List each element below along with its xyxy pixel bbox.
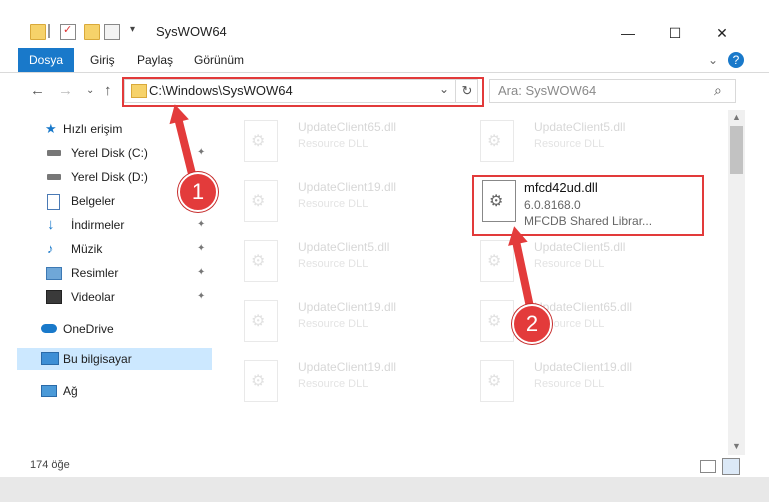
- quick-access-dropdown-icon[interactable]: ▾: [130, 24, 144, 38]
- back-button[interactable]: ←: [30, 82, 45, 99]
- dll-file-icon: [480, 360, 514, 402]
- view-options-icon[interactable]: [104, 24, 120, 40]
- status-bar: 174 öğe: [0, 455, 769, 477]
- tab-home[interactable]: Giriş: [90, 48, 115, 72]
- dll-file-icon: [480, 240, 514, 282]
- large-icons-view-icon[interactable]: [722, 458, 740, 475]
- tab-file[interactable]: Dosya: [18, 48, 74, 72]
- annotation-step-1: 1: [178, 172, 218, 212]
- up-button[interactable]: ↑: [104, 82, 112, 99]
- annotation-step-2: 2: [512, 304, 552, 344]
- drive-icon: [47, 174, 61, 180]
- maximize-button[interactable]: ☐: [652, 20, 698, 46]
- ribbon-expand-icon[interactable]: ⌄: [708, 48, 718, 72]
- pictures-icon: [46, 267, 62, 280]
- minimize-button[interactable]: —: [605, 20, 651, 46]
- cloud-icon: [41, 324, 57, 333]
- search-icon: ⌕: [714, 82, 722, 98]
- pin-icon: ✦: [197, 291, 206, 302]
- dll-file-icon: [244, 240, 278, 282]
- details-view-icon[interactable]: [700, 460, 716, 473]
- close-button[interactable]: ✕: [699, 20, 745, 46]
- annotation-address-highlight: [122, 77, 484, 107]
- file-list: UpdateClient65.dll Resource DLL UpdateCl…: [212, 110, 727, 455]
- title-bar: ✓ ▾ SysWOW64 — ☐ ✕: [0, 0, 769, 48]
- address-row: ← → ⌄ ↑ C:\Windows\SysWOW64 ⌄ ↻ Ara: Sys…: [0, 73, 769, 109]
- vertical-scrollbar[interactable]: ▲ ▼: [728, 110, 745, 455]
- file-item[interactable]: UpdateClient5.dll Resource DLL: [462, 234, 692, 290]
- sidebar-item-network[interactable]: Ağ: [17, 380, 212, 402]
- sidebar-item-music[interactable]: ♪ Müzik ✦: [17, 238, 212, 260]
- videos-icon: [46, 290, 62, 304]
- folder-icon: [30, 24, 46, 40]
- window-frame-bottom: [0, 477, 769, 502]
- file-item[interactable]: UpdateClient19.dll Resource DLL: [462, 354, 692, 410]
- dll-file-icon: [480, 300, 514, 342]
- navigation-pane: ★ Hızlı erişim Yerel Disk (C:) ✦ Yerel D…: [17, 110, 212, 455]
- properties-icon[interactable]: ✓: [60, 24, 76, 40]
- star-icon: ★: [45, 121, 57, 136]
- documents-icon: [47, 194, 60, 210]
- network-icon: [41, 385, 57, 397]
- forward-button[interactable]: →: [58, 82, 73, 99]
- sidebar-item-videos[interactable]: Videolar ✦: [17, 286, 212, 308]
- drive-icon: [47, 150, 61, 156]
- tab-share[interactable]: Paylaş: [137, 48, 173, 72]
- pin-icon: ✦: [197, 243, 206, 254]
- computer-icon: [41, 352, 59, 365]
- item-count: 174 öğe: [30, 459, 70, 471]
- pin-icon: ✦: [197, 267, 206, 278]
- file-item[interactable]: UpdateClient19.dll Resource DLL: [226, 294, 456, 350]
- file-item[interactable]: UpdateClient19.dll Resource DLL: [226, 354, 456, 410]
- dll-file-icon: [244, 180, 278, 222]
- file-item[interactable]: UpdateClient65.dll Resource DLL: [462, 294, 692, 350]
- download-icon: ↓: [47, 216, 55, 233]
- new-folder-icon[interactable]: [84, 24, 100, 40]
- music-icon: ♪: [47, 241, 54, 256]
- sidebar-item-pictures[interactable]: Resimler ✦: [17, 262, 212, 284]
- dll-file-icon: [244, 120, 278, 162]
- pin-icon: ✦: [197, 219, 206, 230]
- dll-file-icon: [244, 360, 278, 402]
- sidebar-item-this-pc[interactable]: Bu bilgisayar: [17, 348, 212, 370]
- scrollbar-thumb[interactable]: [730, 126, 743, 174]
- file-item[interactable]: UpdateClient19.dll Resource DLL: [226, 174, 456, 230]
- help-icon[interactable]: ?: [728, 52, 744, 68]
- sidebar-item-downloads[interactable]: ↓ İndirmeler ✦: [17, 214, 212, 236]
- search-placeholder: Ara: SysWOW64: [498, 83, 597, 98]
- file-item[interactable]: UpdateClient5.dll Resource DLL: [462, 114, 692, 170]
- scroll-up-icon[interactable]: ▲: [732, 112, 741, 122]
- search-input[interactable]: Ara: SysWOW64 ⌕: [489, 79, 736, 103]
- file-item[interactable]: UpdateClient65.dll Resource DLL: [226, 114, 456, 170]
- window-title: SysWOW64: [156, 24, 227, 39]
- file-item[interactable]: UpdateClient5.dll Resource DLL: [226, 234, 456, 290]
- dll-file-icon: [480, 120, 514, 162]
- ribbon-tabs: Dosya Giriş Paylaş Görünüm ⌄ ?: [0, 48, 769, 73]
- scroll-down-icon[interactable]: ▼: [732, 441, 741, 451]
- separator: [48, 24, 50, 38]
- sidebar-item-onedrive[interactable]: OneDrive: [17, 318, 212, 340]
- dll-file-icon: [244, 300, 278, 342]
- recent-locations-button[interactable]: ⌄: [86, 85, 94, 96]
- tab-view[interactable]: Görünüm: [194, 48, 244, 72]
- pin-icon: ✦: [197, 147, 206, 158]
